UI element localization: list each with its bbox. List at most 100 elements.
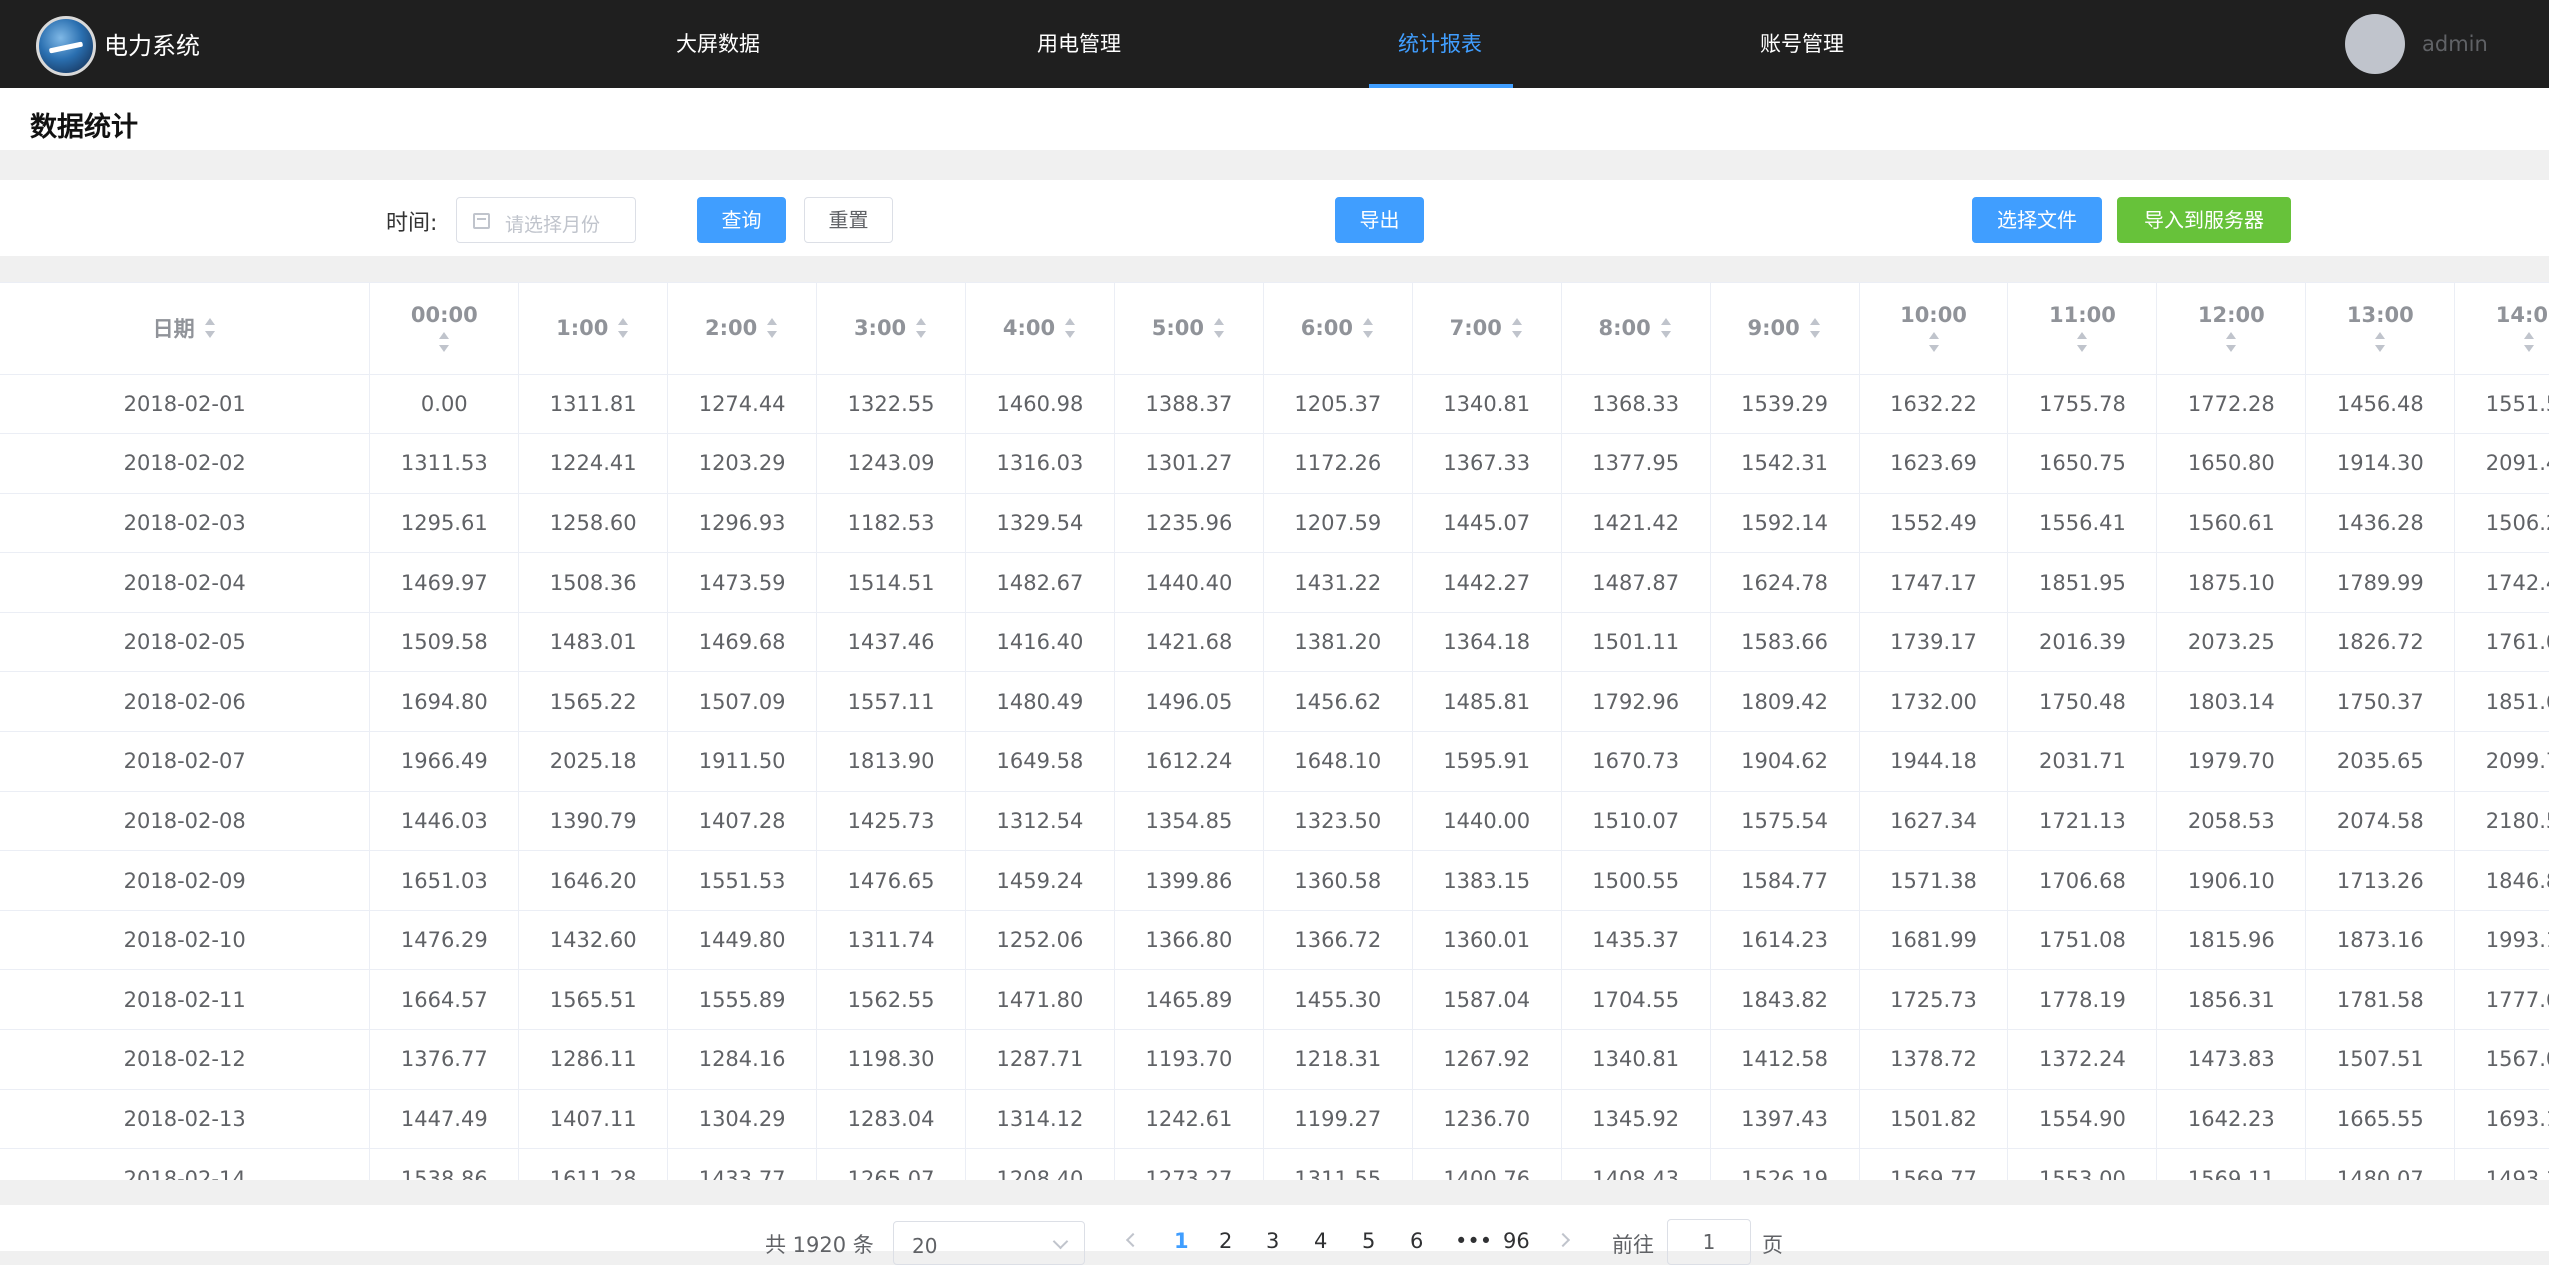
value-cell: 1311.81 xyxy=(518,374,669,435)
value-cell: 1378.72 xyxy=(1859,1029,2009,1090)
choose-file-button[interactable]: 选择文件 xyxy=(1972,197,2102,243)
username[interactable]: admin xyxy=(2422,32,2488,56)
sort-icon[interactable] xyxy=(765,317,779,339)
page-number[interactable]: 2 xyxy=(1219,1229,1232,1253)
page-number[interactable]: 4 xyxy=(1314,1229,1327,1253)
value-cell: 1243.09 xyxy=(816,433,967,494)
value-cell: 1747.17 xyxy=(1859,552,2009,613)
sort-icon[interactable] xyxy=(1927,331,1941,353)
value-cell: 1843.82 xyxy=(1710,969,1860,1031)
nav-item-power-management[interactable]: 用电管理 xyxy=(1037,28,1121,58)
sort-icon[interactable] xyxy=(1510,317,1524,339)
nav-item-accounts[interactable]: 账号管理 xyxy=(1760,28,1844,58)
sort-icon[interactable] xyxy=(2224,331,2238,353)
column-header-hour[interactable]: 12:00 xyxy=(2156,283,2307,375)
value-cell: 1993.18 xyxy=(2454,910,2549,971)
sort-icon[interactable] xyxy=(2373,331,2387,353)
value-cell: 1506.22 xyxy=(2454,493,2549,554)
column-header-hour[interactable]: 5:00 xyxy=(1114,283,1264,375)
data-table-container[interactable]: 日期 00:00 1:00 2:00 3:00 4:00 5:00 6:00 7:00 8:00 9… xyxy=(0,282,2549,1180)
column-header-hour[interactable]: 11:00 xyxy=(2007,283,2158,375)
column-header-hour[interactable]: 9:00 xyxy=(1710,283,1860,375)
sort-icon[interactable] xyxy=(914,317,928,339)
value-cell: 2035.65 xyxy=(2305,731,2456,792)
value-cell: 1560.61 xyxy=(2156,493,2307,554)
table-row[interactable]: 2018-02-05 1509.58 1483.01 1469.68 1437.46 14… xyxy=(0,612,2549,673)
value-cell: 1496.05 xyxy=(1114,671,1264,733)
value-cell: 1465.89 xyxy=(1114,969,1264,1031)
page-title-bar: 数据统计 xyxy=(0,88,2549,150)
sort-icon[interactable] xyxy=(2075,331,2089,353)
table-row[interactable]: 2018-02-03 1295.61 1258.60 1296.93 1182.53 13… xyxy=(0,493,2549,554)
export-button[interactable]: 导出 xyxy=(1335,197,1424,243)
table-row[interactable]: 2018-02-01 0.00 1311.81 1274.44 1322.55 1460.… xyxy=(0,374,2549,435)
table-row[interactable]: 2018-02-02 1311.53 1224.41 1203.29 1243.09 13… xyxy=(0,433,2549,494)
table-row[interactable]: 2018-02-11 1664.57 1565.51 1555.89 1562.55 14… xyxy=(0,969,2549,1031)
column-header-hour[interactable]: 10:00 xyxy=(1859,283,2009,375)
sort-icon[interactable] xyxy=(1808,317,1822,339)
page-number[interactable]: 1 xyxy=(1174,1229,1189,1253)
table-row[interactable]: 2018-02-14 1538.86 1611.28 1433.77 1265.07 12… xyxy=(0,1148,2549,1180)
value-cell: 1739.17 xyxy=(1859,612,2009,673)
table-row[interactable]: 2018-02-06 1694.80 1565.22 1507.09 1557.11 14… xyxy=(0,671,2549,733)
column-header-hour[interactable]: 6:00 xyxy=(1263,283,1413,375)
sort-icon[interactable] xyxy=(1063,317,1077,339)
page-size-value: 20 xyxy=(912,1234,938,1258)
more-pages-icon[interactable]: ••• xyxy=(1455,1229,1492,1253)
next-page-icon[interactable] xyxy=(1555,1232,1571,1248)
goto-suffix: 页 xyxy=(1762,1233,1783,1257)
nav-item-reports[interactable]: 统计报表 xyxy=(1398,28,1482,58)
value-cell: 1265.07 xyxy=(816,1148,967,1180)
query-button[interactable]: 查询 xyxy=(697,197,786,243)
value-cell: 1345.92 xyxy=(1561,1089,1711,1150)
table-row[interactable]: 2018-02-12 1376.77 1286.11 1284.16 1198.30 12… xyxy=(0,1029,2549,1090)
page-number[interactable]: 5 xyxy=(1362,1229,1375,1253)
column-header-hour[interactable]: 2:00 xyxy=(667,283,818,375)
table-row[interactable]: 2018-02-13 1447.49 1407.11 1304.29 1283.04 13… xyxy=(0,1089,2549,1150)
page-number[interactable]: 6 xyxy=(1410,1229,1423,1253)
table-row[interactable]: 2018-02-10 1476.29 1432.60 1449.80 1311.74 12… xyxy=(0,910,2549,971)
value-cell: 1906.10 xyxy=(2156,850,2307,911)
sort-icon[interactable] xyxy=(1361,317,1375,339)
table-row[interactable]: 2018-02-08 1446.03 1390.79 1407.28 1425.73 13… xyxy=(0,791,2549,852)
table-row[interactable]: 2018-02-04 1469.97 1508.36 1473.59 1514.51 14… xyxy=(0,552,2549,613)
nav-item-dashboard[interactable]: 大屏数据 xyxy=(676,28,760,58)
value-cell: 1416.40 xyxy=(965,612,1115,673)
value-cell: 1509.58 xyxy=(369,612,520,673)
page-size-select[interactable]: 20 xyxy=(893,1221,1085,1265)
column-header-hour[interactable]: 13:00 xyxy=(2305,283,2456,375)
value-cell: 1368.33 xyxy=(1561,374,1711,435)
table-row[interactable]: 2018-02-09 1651.03 1646.20 1551.53 1476.65 14… xyxy=(0,850,2549,911)
value-cell: 1552.49 xyxy=(1859,493,2009,554)
page-number[interactable]: 3 xyxy=(1266,1229,1279,1253)
column-header-hour[interactable]: 4:00 xyxy=(965,283,1115,375)
sort-icon[interactable] xyxy=(437,331,451,353)
page-number[interactable]: 96 xyxy=(1503,1229,1530,1253)
sort-icon[interactable] xyxy=(2522,331,2536,353)
avatar[interactable] xyxy=(2345,14,2405,74)
column-header-hour[interactable]: 7:00 xyxy=(1412,283,1562,375)
table-row[interactable]: 2018-02-07 1966.49 2025.18 1911.50 1813.90 16… xyxy=(0,731,2549,792)
column-header-hour[interactable]: 8:00 xyxy=(1561,283,1711,375)
value-cell: 1575.54 xyxy=(1710,791,1860,852)
prev-page-icon[interactable] xyxy=(1125,1232,1141,1248)
column-header-hour[interactable]: 1:00 xyxy=(518,283,669,375)
value-cell: 1851.67 xyxy=(2454,671,2549,733)
column-header-hour[interactable]: 00:00 xyxy=(369,283,520,375)
column-header-hour[interactable]: 14:00 xyxy=(2454,283,2549,375)
reset-button[interactable]: 重置 xyxy=(804,197,893,243)
column-header-date[interactable]: 日期 xyxy=(0,283,371,375)
month-picker-input[interactable]: 请选择月份 xyxy=(456,197,636,243)
goto-page-input[interactable]: 1 xyxy=(1667,1219,1751,1265)
sort-icon[interactable] xyxy=(203,317,217,339)
value-cell: 1207.59 xyxy=(1263,493,1413,554)
value-cell: 1287.71 xyxy=(965,1029,1115,1090)
sort-icon[interactable] xyxy=(1659,317,1673,339)
value-cell: 1713.26 xyxy=(2305,850,2456,911)
column-header-hour[interactable]: 3:00 xyxy=(816,283,967,375)
sort-icon[interactable] xyxy=(1212,317,1226,339)
value-cell: 1218.31 xyxy=(1263,1029,1413,1090)
sort-icon[interactable] xyxy=(616,317,630,339)
value-cell: 1273.27 xyxy=(1114,1148,1264,1180)
import-to-server-button[interactable]: 导入到服务器 xyxy=(2117,197,2291,243)
